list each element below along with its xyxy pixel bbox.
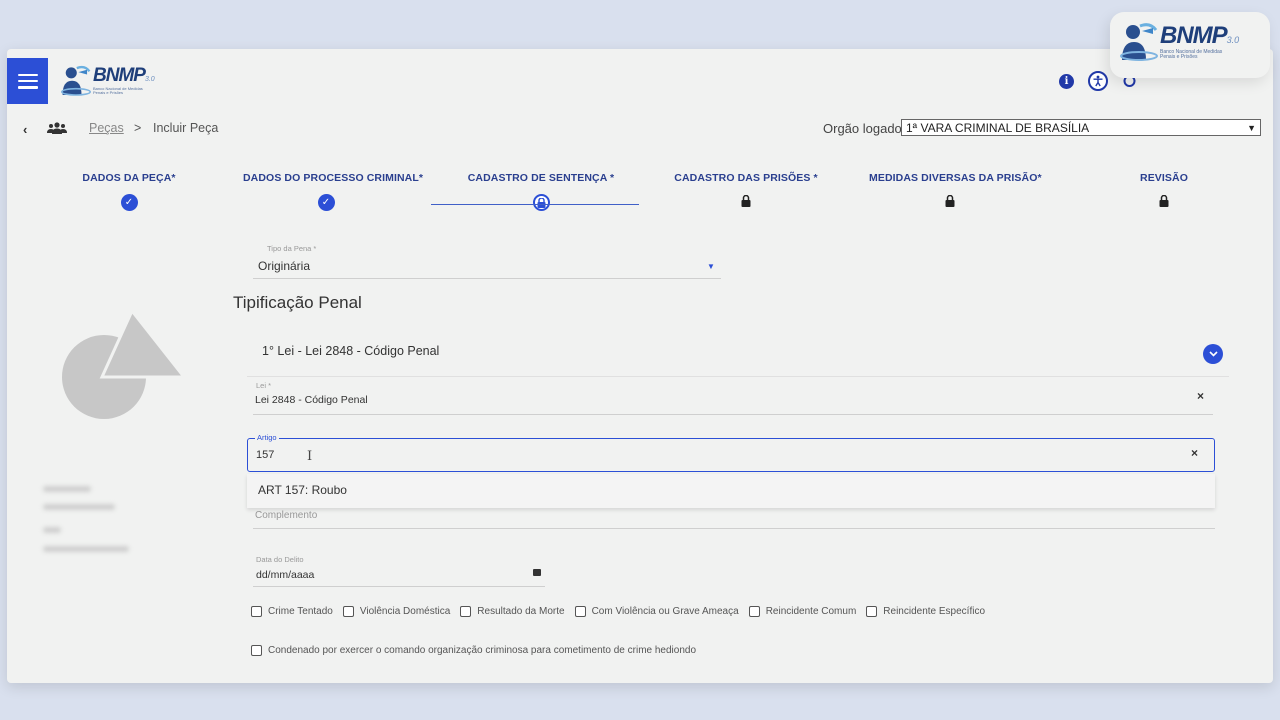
step-cadastro-de-sentenca[interactable]: CADASTRO DE SENTENÇA * (457, 172, 625, 211)
checkbox-reincidente-especifico[interactable]: Reincidente Específico (866, 606, 985, 617)
header-logo[interactable]: BNMP3.0 Banco Nacional de Medidas Penais… (61, 63, 155, 97)
bnmp-logo-icon (61, 65, 91, 96)
step-label: CADASTRO DAS PRISÕES * (674, 172, 818, 184)
checkbox[interactable] (251, 645, 262, 656)
checkbox[interactable] (251, 606, 262, 617)
checkbox-label: Violência Doméstica (359, 606, 451, 617)
corner-logo-subtitle-2: Penais e Prisões (1160, 54, 1198, 60)
step-label: DADOS DO PROCESSO CRIMINAL* (243, 172, 424, 184)
chevron-left-icon[interactable]: ‹ (23, 122, 27, 137)
menu-button[interactable] (7, 58, 48, 104)
bnmp-logo-icon (1120, 23, 1158, 61)
complemento-placeholder: Complemento (255, 510, 318, 521)
tipo-pena-value: Originária (258, 259, 311, 273)
step-dados-do-processo[interactable]: DADOS DO PROCESSO CRIMINAL* ✓ (243, 172, 424, 211)
text-cursor-icon: I (307, 449, 313, 464)
lei-field[interactable]: Lei * Lei 2848 - Código Penal × (253, 381, 1213, 415)
step-revisao[interactable]: REVISÃO (1117, 172, 1211, 208)
artigo-input[interactable]: Artigo 157 × (247, 433, 1215, 472)
stepper: DADOS DA PEÇA* ✓ DADOS DO PROCESSO CRIMI… (7, 172, 1273, 212)
profile-id-blurred (43, 546, 129, 552)
tipo-pena-label: Tipo da Pena * (267, 244, 317, 253)
checkbox-label: Condenado por exercer o comando organiza… (268, 645, 697, 656)
orgao-select[interactable]: 1ª VARA CRIMINAL DE BRASÍLIA ▼ (901, 119, 1261, 136)
header-logo-name: BNMP (93, 64, 146, 86)
data-delito-label: Data do Delito (256, 555, 304, 564)
info-icon[interactable]: i (1059, 73, 1074, 89)
step-label: REVISÃO (1140, 172, 1188, 184)
people-icon (47, 121, 67, 139)
breadcrumb: ‹ Peças > Incluir Peça Orgão logado: 1ª … (7, 119, 1273, 137)
step-label: CADASTRO DE SENTENÇA * (467, 172, 615, 184)
lock-icon (1158, 194, 1170, 208)
checkbox-group-2: Condenado por exercer o comando organiza… (251, 645, 706, 656)
app-window: BNMP3.0 Banco Nacional de Medidas Penais… (7, 49, 1273, 683)
check-icon: ✓ (120, 194, 138, 211)
header-logo-subtitle-2: Penais e Prisões (93, 90, 124, 95)
checkbox-label: Crime Tentado (268, 606, 333, 617)
step-cadastro-das-prisoes[interactable]: CADASTRO DAS PRISÕES * (671, 172, 821, 208)
tipo-pena-select[interactable]: Tipo da Pena * Originária ▼ (253, 242, 721, 279)
clear-icon[interactable]: × (1191, 446, 1198, 460)
breadcrumb-separator: > (134, 121, 142, 135)
chevron-down-icon: ▼ (707, 262, 715, 271)
header-logo-version: 3.0 (144, 75, 155, 83)
orgao-label: Orgão logado: (823, 121, 906, 136)
accessibility-icon[interactable] (1088, 71, 1108, 91)
breadcrumb-current: Incluir Peça (153, 121, 219, 135)
lock-icon (944, 194, 956, 208)
checkbox[interactable] (574, 606, 586, 617)
lei-label: Lei * (256, 381, 272, 390)
artigo-label: Artigo (255, 433, 279, 442)
checkbox[interactable] (748, 606, 760, 617)
checkbox-violencia-domestica[interactable]: Violência Doméstica (342, 606, 451, 617)
clear-icon[interactable]: × (1197, 389, 1204, 403)
profile-info-blurred (43, 504, 115, 510)
corner-logo-name: BNMP (1160, 21, 1228, 49)
lock-open-icon (532, 194, 550, 211)
profile-label-blurred (43, 527, 61, 533)
placeholder-image-icon (62, 311, 187, 419)
checkbox-crime-tentado[interactable]: Crime Tentado (251, 606, 333, 617)
artigo-value: 157 (256, 449, 275, 461)
checkbox-label: Reincidente Específico (883, 606, 986, 617)
step-medidas-diversas[interactable]: MEDIDAS DIVERSAS DA PRISÃO* (869, 172, 1042, 208)
corner-logo-version: 3.0 (1226, 34, 1240, 45)
profile-name-blurred (43, 486, 91, 492)
checkbox-violencia-grave-ameaca[interactable]: Com Violência ou Grave Ameaça (574, 606, 739, 617)
data-delito-value: dd/mm/aaaa (256, 569, 315, 581)
step-label: DADOS DA PEÇA* (82, 172, 176, 184)
checkbox-label: Com Violência ou Grave Ameaça (591, 606, 739, 617)
checkbox-resultado-morte[interactable]: Resultado da Morte (460, 606, 565, 617)
complemento-input[interactable]: Complemento (253, 509, 1215, 529)
checkbox[interactable] (460, 606, 472, 617)
calendar-icon[interactable] (533, 569, 541, 576)
hamburger-icon (17, 73, 38, 89)
corner-logo: BNMP3.0 Banco Nacional de Medidas Penais… (1110, 12, 1270, 78)
section-title: Tipificação Penal (233, 293, 362, 312)
chevron-down-icon[interactable] (1203, 344, 1223, 364)
checkbox-label: Resultado da Morte (477, 606, 565, 617)
checkbox-group: Crime Tentado Violência Doméstica Result… (251, 606, 995, 617)
artigo-suggestion-option[interactable]: ART 157: Roubo (247, 474, 1215, 508)
law-accordion-title: 1° Lei - Lei 2848 - Código Penal (262, 344, 440, 358)
orgao-select-value: 1ª VARA CRIMINAL DE BRASÍLIA (906, 120, 1090, 135)
checkbox[interactable] (866, 606, 878, 617)
chevron-down-icon: ▼ (1247, 122, 1256, 133)
step-label: MEDIDAS DIVERSAS DA PRISÃO* (869, 172, 1042, 184)
checkbox-reincidente-comum[interactable]: Reincidente Comum (748, 606, 857, 617)
breadcrumb-link-pecas[interactable]: Peças (89, 121, 124, 135)
check-icon: ✓ (317, 194, 335, 211)
checkbox-label: Reincidente Comum (765, 606, 857, 617)
checkbox[interactable] (342, 606, 354, 617)
step-dados-da-peca[interactable]: DADOS DA PEÇA* ✓ (69, 172, 189, 211)
lock-icon (740, 194, 752, 208)
suggestion-text: ART 157: Roubo (258, 483, 347, 497)
data-delito-input[interactable]: Data do Delito dd/mm/aaaa (253, 553, 545, 587)
step-progress-line (431, 204, 639, 205)
checkbox-condenado-organizacao[interactable]: Condenado por exercer o comando organiza… (251, 645, 696, 656)
lei-value: Lei 2848 - Código Penal (255, 394, 368, 406)
law-accordion[interactable]: 1° Lei - Lei 2848 - Código Penal (247, 331, 1229, 377)
